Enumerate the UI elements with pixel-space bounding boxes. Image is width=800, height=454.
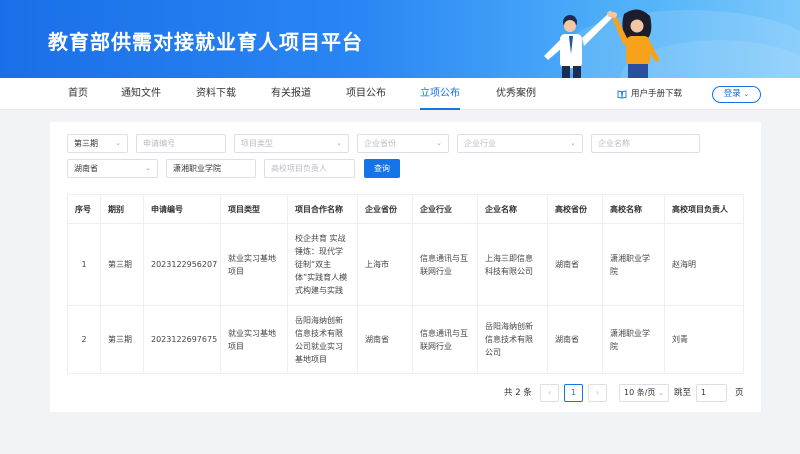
column-header: 企业行业 — [412, 194, 478, 224]
login-button[interactable]: 登录 ⌄ — [712, 86, 761, 103]
column-header: 序号 — [67, 194, 101, 224]
table-cell: 第三期 — [100, 223, 144, 306]
jump-page-input[interactable]: 1 — [696, 384, 727, 402]
column-header: 高校项目负责人 — [664, 194, 744, 224]
next-page-button[interactable]: › — [588, 384, 607, 402]
table-cell: 1 — [67, 223, 101, 306]
table-cell: 湖南省 — [547, 223, 603, 306]
application-number-placeholder: 申请编号 — [143, 139, 175, 148]
table-cell: 潇湘职业学院 — [602, 223, 665, 306]
table-cell: 信息通讯与互联网行业 — [412, 223, 478, 306]
batch-select-value: 第三期 — [74, 139, 98, 148]
manual-download-link[interactable]: 用户手册下载 — [617, 78, 682, 110]
chevron-down-icon: ⌄ — [436, 139, 442, 147]
nav-item-project-announce[interactable]: 项目公布 — [346, 78, 386, 110]
nav-item-notices[interactable]: 通知文件 — [121, 78, 161, 110]
column-header: 项目类型 — [220, 194, 288, 224]
batch-select[interactable]: 第三期 ⌄ — [67, 134, 128, 153]
school-name-input[interactable]: 潇湘职业学院 — [166, 159, 256, 178]
table-cell: 就业实习基地项目 — [220, 223, 288, 306]
school-leader-input[interactable]: 高校项目负责人 — [264, 159, 355, 178]
table-cell: 上海三即信息科技有限公司 — [477, 223, 548, 306]
chevron-down-icon: ⌄ — [570, 139, 576, 147]
school-province-select[interactable]: 湖南省 ⌄ — [67, 159, 158, 178]
table-cell: 2023122956207 — [143, 223, 221, 306]
nav-item-excellent-cases[interactable]: 优秀案例 — [496, 78, 536, 110]
column-header: 企业省份 — [357, 194, 413, 224]
table-header-row: 序号 期别 申请编号 项目类型 项目合作名称 企业省份 企业行业 企业名称 高校… — [67, 194, 744, 224]
book-icon — [617, 89, 627, 99]
column-header: 企业名称 — [477, 194, 548, 224]
login-label: 登录 — [723, 89, 741, 99]
column-header: 期别 — [100, 194, 144, 224]
results-table: 序号 期别 申请编号 项目类型 项目合作名称 企业省份 企业行业 企业名称 高校… — [67, 194, 744, 374]
table-cell: 第三期 — [100, 305, 144, 374]
table-cell: 2 — [67, 305, 101, 374]
table-cell: 信息通讯与互联网行业 — [412, 305, 478, 374]
jump-label: 跳至 — [674, 388, 692, 398]
manual-download-label: 用户手册下载 — [631, 88, 683, 99]
page-number-current[interactable]: 1 — [564, 384, 583, 402]
nav-item-reports[interactable]: 有关报道 — [271, 78, 311, 110]
table-cell: 校企共育 实战锤炼：现代学徒制“双主体”实践育人模式构建与实践 — [287, 223, 358, 306]
banner: 教育部供需对接就业育人项目平台 — [0, 0, 800, 78]
nav-item-approved-projects[interactable]: 立项公布 — [420, 78, 460, 110]
table-cell: 湖南省 — [547, 305, 603, 374]
table-cell: 就业实习基地项目 — [220, 305, 288, 374]
column-header: 申请编号 — [143, 194, 221, 224]
company-province-select[interactable]: 企业省份 ⌄ — [357, 134, 449, 153]
school-province-value: 湖南省 — [74, 164, 98, 173]
content-card: 第三期 ⌄ 申请编号 项目类型 ⌄ 企业省份 ⌄ 企业行业 ⌄ 企业名称 湖南省… — [50, 122, 761, 412]
company-industry-select[interactable]: 企业行业 ⌄ — [457, 134, 583, 153]
nav-item-home[interactable]: 首页 — [68, 78, 88, 110]
table-cell: 赵海明 — [664, 223, 744, 306]
company-name-placeholder: 企业名称 — [598, 139, 630, 148]
column-header: 高校省份 — [547, 194, 603, 224]
table-row: 1 第三期 2023122956207 就业实习基地项目 校企共育 实战锤炼：现… — [67, 223, 744, 306]
search-button[interactable]: 查询 — [364, 159, 400, 178]
table-cell: 刘青 — [664, 305, 744, 374]
chevron-down-icon: ⌄ — [115, 139, 121, 147]
table-cell: 岳阳海纳创新信息技术有限公司就业实习基地项目 — [287, 305, 358, 374]
school-leader-placeholder: 高校项目负责人 — [271, 164, 327, 173]
total-count: 共 2 条 — [504, 388, 532, 398]
page-size-select[interactable]: 10 条/页 ⌄ — [619, 384, 669, 402]
page-suffix: 页 — [735, 388, 744, 398]
company-province-placeholder: 企业省份 — [364, 139, 396, 148]
table-cell: 湖南省 — [357, 305, 413, 374]
table-cell: 岳阳海纳创新信息技术有限公司 — [477, 305, 548, 374]
site-title: 教育部供需对接就业育人项目平台 — [48, 30, 363, 54]
company-name-input[interactable]: 企业名称 — [591, 134, 700, 153]
main-nav: 首页 通知文件 资料下载 有关报道 项目公布 立项公布 优秀案例 用户手册下载 … — [0, 78, 800, 110]
project-type-select[interactable]: 项目类型 ⌄ — [234, 134, 349, 153]
column-header: 项目合作名称 — [287, 194, 358, 224]
chevron-down-icon: ⌄ — [145, 164, 151, 172]
table-row: 2 第三期 2023122697675 就业实习基地项目 岳阳海纳创新信息技术有… — [67, 305, 744, 374]
chevron-down-icon: ⌄ — [336, 139, 342, 147]
school-name-value: 潇湘职业学院 — [173, 164, 221, 173]
nav-item-downloads[interactable]: 资料下载 — [196, 78, 236, 110]
project-type-placeholder: 项目类型 — [241, 139, 273, 148]
table-cell: 潇湘职业学院 — [602, 305, 665, 374]
application-number-input[interactable]: 申请编号 — [136, 134, 226, 153]
company-industry-placeholder: 企业行业 — [464, 139, 496, 148]
chevron-down-icon: ⌄ — [743, 90, 750, 98]
prev-page-button[interactable]: ‹ — [540, 384, 559, 402]
table-cell: 上海市 — [357, 223, 413, 306]
column-header: 高校名称 — [602, 194, 665, 224]
table-cell: 2023122697675 — [143, 305, 221, 374]
chevron-down-icon: ⌄ — [658, 389, 664, 397]
illustration-people — [544, 9, 660, 78]
page-size-value: 10 条/页 — [624, 388, 656, 397]
